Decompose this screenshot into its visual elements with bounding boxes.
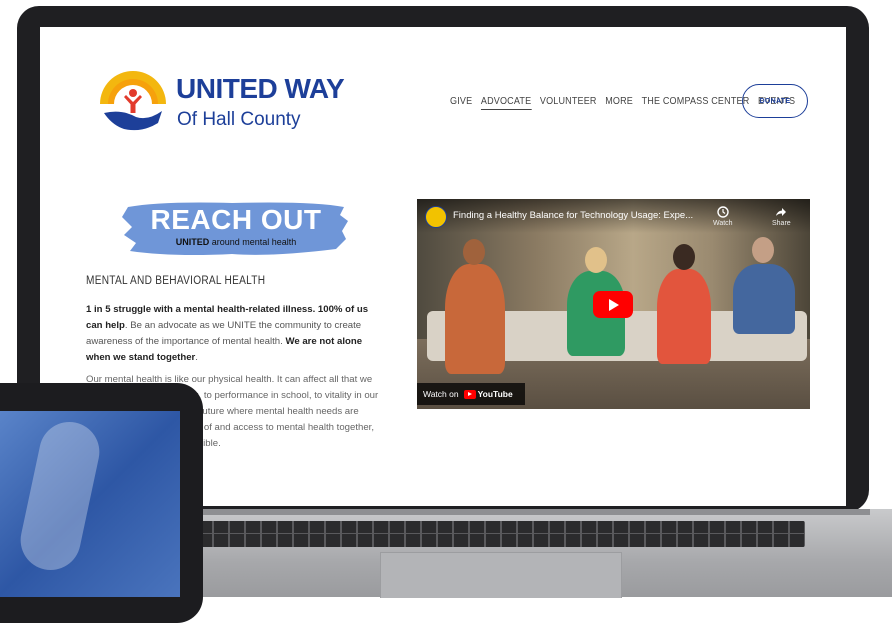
intro-paragraph: 1 in 5 struggle with a mental health-rel…: [86, 302, 386, 366]
united-way-logo[interactable]: UNITED WAY Of Hall County: [96, 67, 345, 137]
reach-sub-bold: UNITED: [175, 237, 210, 247]
donate-button[interactable]: DONATE: [742, 84, 808, 118]
logo-subname: Of Hall County: [177, 109, 301, 130]
keyboard-row-divider: [198, 533, 805, 534]
share-label: Share: [772, 220, 791, 227]
section-heading: MENTAL AND BEHAVIORAL HEALTH: [86, 275, 266, 287]
channel-avatar[interactable]: [425, 206, 447, 228]
play-button[interactable]: [593, 291, 633, 318]
youtube-logo: YouTube: [463, 389, 513, 399]
nav-item-more[interactable]: MORE: [605, 95, 633, 110]
trackpad: [380, 552, 622, 598]
share-button[interactable]: Share: [772, 206, 791, 227]
laptop-hinge: [170, 509, 870, 515]
youtube-video-embed[interactable]: Finding a Healthy Balance for Technology…: [417, 199, 810, 409]
reach-sub-rest: around mental health: [209, 237, 297, 247]
clock-icon: [717, 206, 729, 218]
video-person-head: [585, 247, 607, 273]
video-person-head: [673, 244, 695, 270]
video-title[interactable]: Finding a Healthy Balance for Technology…: [453, 210, 693, 221]
video-person-head: [752, 237, 774, 263]
nav-item-give[interactable]: GIVE: [450, 95, 472, 110]
united-way-hand-icon: [100, 71, 166, 131]
reach-out-title: REACH OUT: [150, 204, 322, 235]
reach-out-banner: REACH OUT UNITED around mental health: [122, 199, 350, 259]
watch-later-label: Watch: [713, 220, 733, 227]
logo-name: UNITED WAY: [176, 73, 345, 104]
share-arrow-icon: [776, 208, 787, 216]
watch-on-youtube[interactable]: Watch on YouTube: [417, 383, 525, 405]
nav-item-advocate[interactable]: ADVOCATE: [480, 95, 532, 110]
video-person: [445, 264, 505, 374]
nav-item-volunteer[interactable]: VOLUNTEER: [540, 95, 597, 110]
nav-item-compass-center[interactable]: THE COMPASS CENTER: [642, 95, 750, 110]
keyboard: [198, 521, 805, 547]
intro-end: .: [195, 352, 198, 363]
phone-screen: [0, 411, 180, 597]
youtube-play-icon: [463, 389, 476, 399]
watch-on-label: Watch on: [423, 389, 459, 399]
video-person: [657, 269, 711, 364]
watch-later-button[interactable]: Watch: [713, 206, 733, 227]
reach-out-subtitle: UNITED around mental health: [122, 237, 350, 247]
video-person: [733, 264, 795, 334]
video-person-head: [463, 239, 485, 265]
youtube-wordmark: YouTube: [477, 389, 513, 399]
